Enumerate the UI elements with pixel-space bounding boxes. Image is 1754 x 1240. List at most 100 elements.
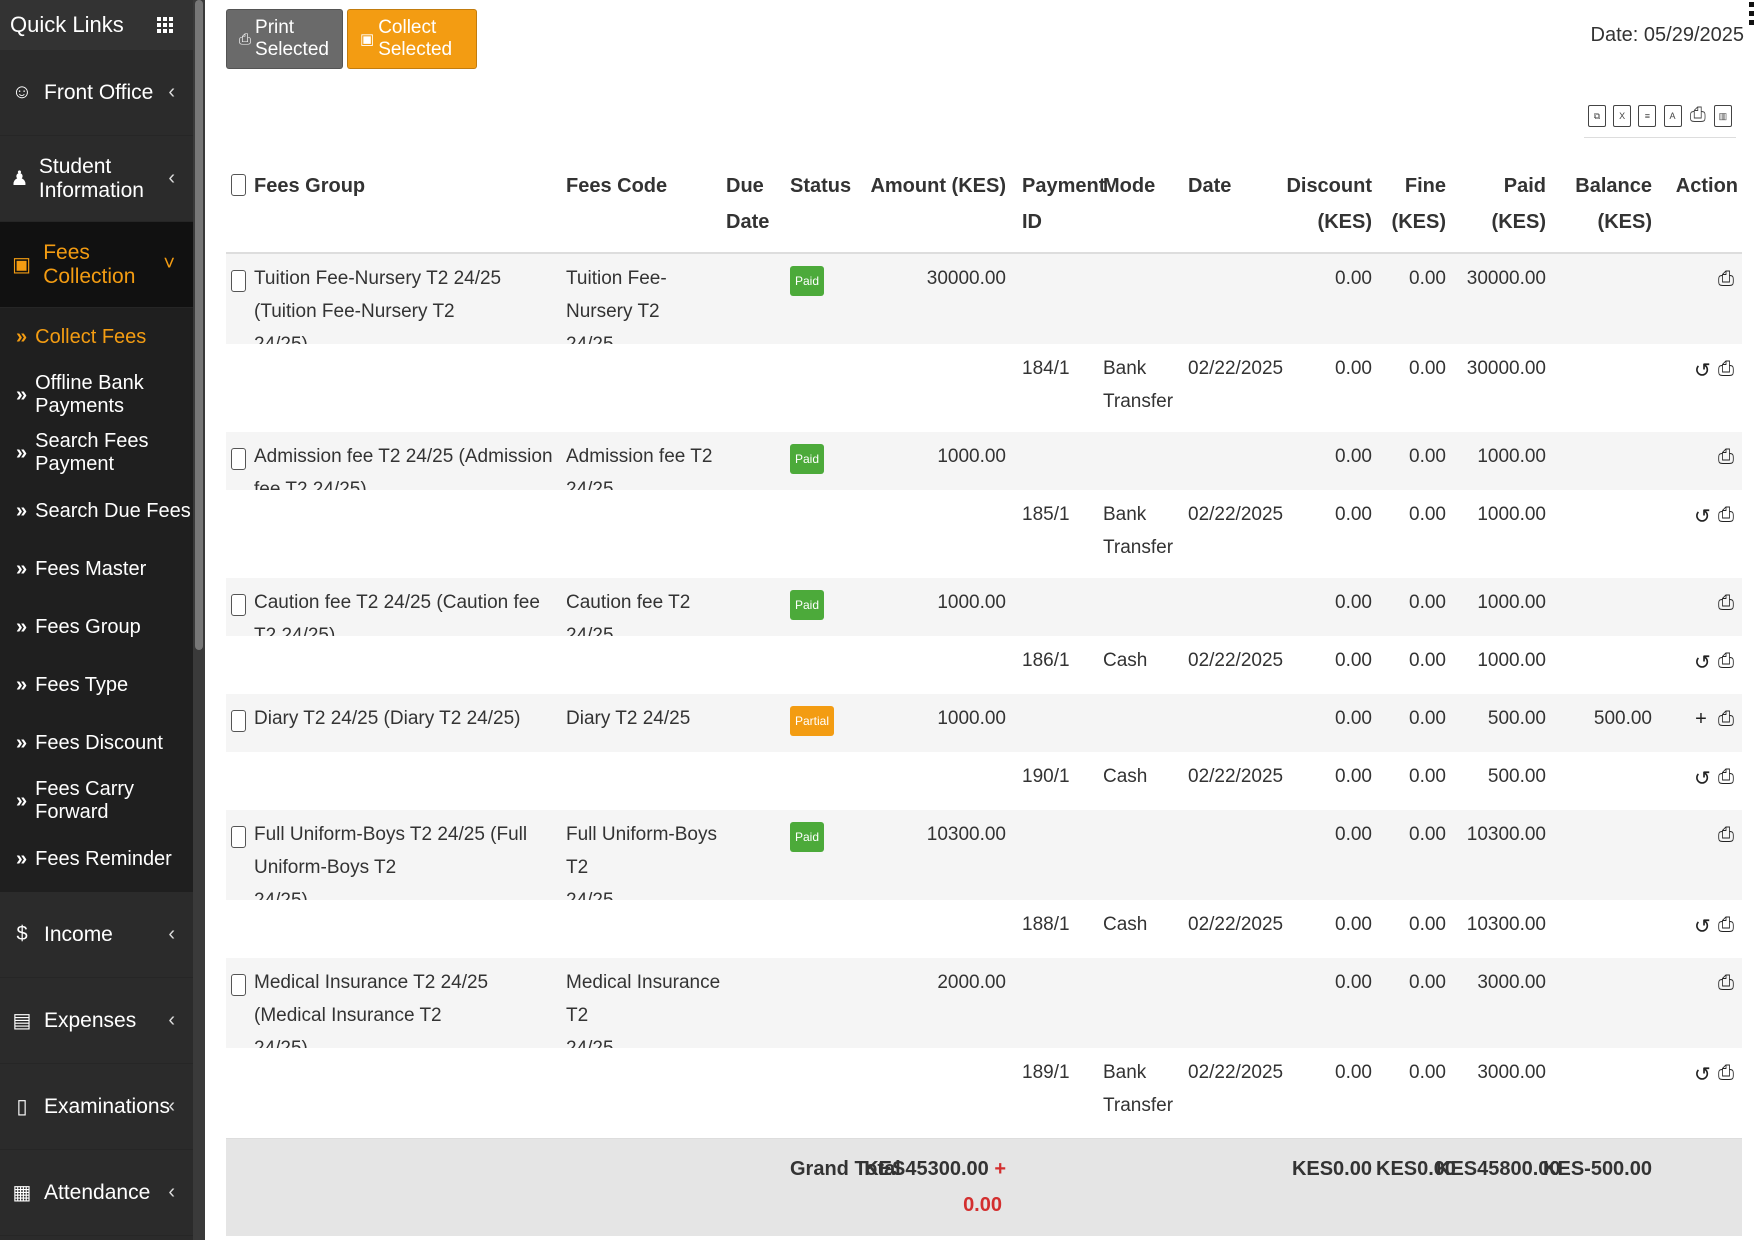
menu-item-expenses[interactable]: ▤ Expenses ‹	[0, 978, 193, 1064]
sub-item-fees-master[interactable]: » Fees Master	[0, 540, 193, 598]
grand-total-discount: KES0.00	[1291, 1158, 1372, 1180]
revert-icon[interactable]: ↺	[1694, 650, 1711, 675]
double-chevron-icon: »	[16, 441, 28, 464]
fees-collection-submenu: » Collect Fees » Offline Bank Payments » Se…	[0, 308, 193, 892]
row-checkbox[interactable]	[231, 448, 246, 470]
row-checkbox[interactable]	[231, 270, 246, 292]
columns-icon[interactable]: ▥	[1713, 104, 1732, 127]
print-icon[interactable]: ⎙	[1689, 105, 1707, 127]
credit-card-icon: ▤	[12, 1010, 32, 1032]
print-icon[interactable]: ⎙	[1718, 766, 1734, 791]
sub-item-search-due-fees[interactable]: » Search Due Fees	[0, 482, 193, 540]
print-selected-label: Print Selected	[255, 17, 329, 60]
revert-icon[interactable]: ↺	[1694, 358, 1711, 383]
print-icon[interactable]: ⎙	[1718, 708, 1734, 731]
print-selected-button[interactable]: ⎙ Print Selected	[226, 9, 343, 69]
row-actions: ⎙	[1718, 268, 1734, 291]
sub-item-fees-discount[interactable]: » Fees Discount	[0, 714, 193, 772]
csv-icon[interactable]: ≡	[1638, 104, 1657, 127]
row-checkbox[interactable]	[231, 826, 246, 848]
grand-total-amount: KES45300.00 +	[864, 1158, 1006, 1180]
menu-item-examinations[interactable]: ▯ Examinations ‹	[0, 1064, 193, 1150]
print-icon[interactable]: ⎙	[1718, 504, 1734, 529]
print-icon[interactable]: ⎙	[1718, 972, 1734, 995]
payment-row: 190/1 Cash 02/22/2025 0.00 0.00 500.00 ↺…	[226, 752, 1742, 810]
paid-cell: 500.00	[1487, 708, 1546, 729]
copy-icon[interactable]: ⧉	[1588, 104, 1606, 127]
paid-cell: 3000.00	[1477, 972, 1546, 993]
sub-item-fees-type[interactable]: » Fees Type	[0, 656, 193, 714]
payment-paid-cell: 1000.00	[1477, 650, 1546, 671]
payment-paid-cell: 3000.00	[1477, 1062, 1546, 1083]
collect-selected-button[interactable]: ▣ Collect Selected	[347, 9, 477, 69]
sub-item-label: Fees Reminder	[35, 847, 172, 870]
print-icon[interactable]: ⎙	[1718, 446, 1734, 469]
money-icon: ▣	[12, 254, 32, 276]
double-chevron-icon: »	[16, 557, 28, 580]
header-mode: Mode	[1103, 175, 1156, 197]
print-icon[interactable]: ⎙	[1718, 1062, 1734, 1087]
row-checkbox[interactable]	[231, 710, 246, 732]
select-all-checkbox[interactable]	[231, 174, 246, 196]
payment-mode-cell: Cash	[1103, 650, 1148, 671]
balance-cell: 500.00	[1593, 708, 1652, 729]
quick-links[interactable]: Quick Links	[0, 0, 193, 50]
print-icon[interactable]: ⎙	[1718, 358, 1734, 383]
revert-icon[interactable]: ↺	[1694, 1062, 1711, 1087]
paid-cell: 30000.00	[1466, 268, 1546, 289]
revert-icon[interactable]: ↺	[1694, 504, 1711, 529]
print-icon[interactable]: ⎙	[1718, 268, 1734, 291]
row-actions: ⎙	[1718, 972, 1734, 995]
grid-icon[interactable]	[157, 17, 173, 33]
discount-cell: 0.00	[1335, 268, 1372, 289]
menu-item-front-office[interactable]: ☺ Front Office ‹	[0, 50, 193, 136]
menu-item-attendance[interactable]: ▦ Attendance ‹	[0, 1150, 193, 1236]
double-chevron-icon: »	[16, 615, 28, 638]
sub-item-fees-carry-forward[interactable]: » Fees Carry Forward	[0, 772, 193, 830]
payment-date-cell: 02/22/2025	[1188, 650, 1284, 671]
status-badge: Paid	[790, 822, 825, 852]
sub-item-fees-group[interactable]: » Fees Group	[0, 598, 193, 656]
revert-icon[interactable]: ↺	[1694, 766, 1711, 791]
pdf-icon[interactable]: A	[1663, 104, 1682, 127]
add-payment-icon[interactable]: +	[1694, 708, 1708, 731]
print-icon: ⎙	[239, 30, 252, 48]
sub-item-fees-reminder[interactable]: » Fees Reminder	[0, 830, 193, 888]
header-due-date: Due Date	[726, 175, 770, 233]
sidebar-scrollbar[interactable]	[193, 0, 205, 1240]
grand-total-balance: KES-500.00	[1543, 1158, 1652, 1180]
payment-discount-cell: 0.00	[1335, 766, 1372, 787]
row-checkbox[interactable]	[231, 594, 246, 616]
payment-date-cell: 02/22/2025	[1188, 1062, 1284, 1083]
payment-date-cell: 02/22/2025	[1188, 914, 1284, 935]
fees-code-cell: Diary T2 24/25	[566, 708, 691, 729]
status-badge: Paid	[790, 266, 825, 296]
sub-item-offline-bank-payments[interactable]: » Offline Bank Payments	[0, 366, 193, 424]
menu-label: Student Information	[38, 154, 144, 202]
sidebar-scroll-thumb[interactable]	[195, 0, 203, 650]
chevron-left-icon: ‹	[168, 1095, 175, 1117]
sub-item-collect-fees[interactable]: » Collect Fees	[0, 308, 193, 366]
print-icon[interactable]: ⎙	[1718, 592, 1734, 615]
print-icon[interactable]: ⎙	[1718, 650, 1734, 675]
map-icon: ▯	[16, 1096, 28, 1118]
print-icon[interactable]: ⎙	[1718, 824, 1734, 847]
discount-cell: 0.00	[1335, 708, 1372, 729]
revert-icon[interactable]: ↺	[1694, 914, 1711, 939]
row-checkbox[interactable]	[231, 974, 246, 996]
print-icon[interactable]: ⎙	[1718, 914, 1734, 939]
fine-cell: 0.00	[1409, 446, 1446, 467]
menu-item-income[interactable]: $ Income ‹	[0, 892, 193, 978]
row-actions: ⎙	[1718, 446, 1734, 469]
menu-item-fees-collection[interactable]: ▣ Fees Collection ˅	[0, 222, 193, 308]
sub-item-search-fees-payment[interactable]: » Search Fees Payment	[0, 424, 193, 482]
grand-total-row: Grand Total KES45300.00 + 0.00 KES0.00 K…	[226, 1138, 1742, 1236]
excel-icon[interactable]: X	[1613, 104, 1632, 127]
chevron-left-icon: ‹	[168, 1181, 175, 1203]
payment-actions: ↺ ⎙	[1694, 914, 1734, 939]
payment-mode-cell: Bank Transfer	[1103, 1062, 1174, 1116]
menu-item-student-information[interactable]: ♟ Student Information ‹	[0, 136, 193, 222]
fine-cell: 0.00	[1409, 268, 1446, 289]
header-action: Action	[1675, 175, 1738, 197]
more-options-icon[interactable]	[1749, 2, 1754, 25]
